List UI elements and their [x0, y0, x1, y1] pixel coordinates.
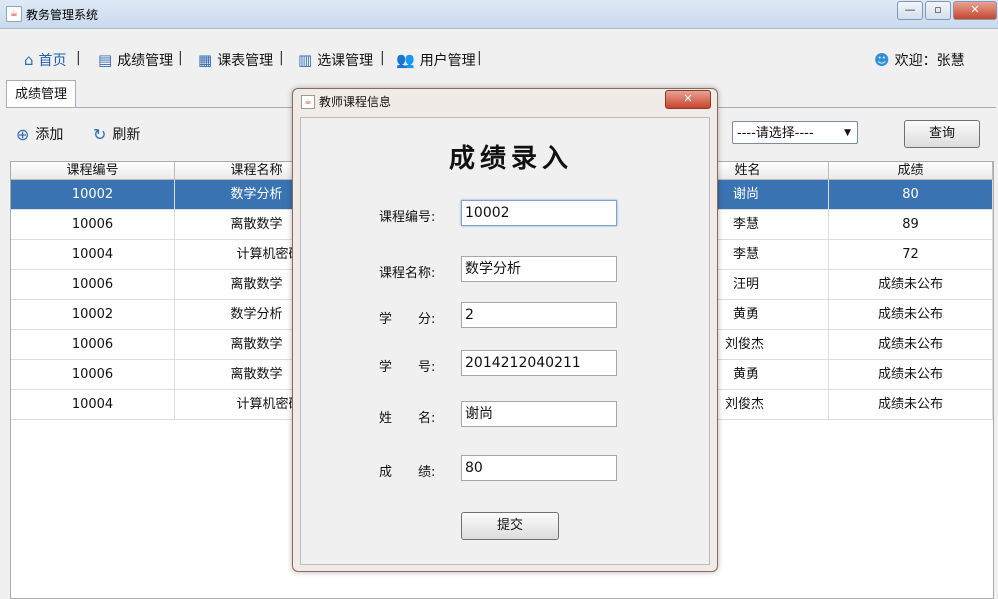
column-header[interactable]: 成绩: [829, 162, 993, 180]
course-id-field[interactable]: 10002: [461, 200, 617, 226]
filter-select[interactable]: ----请选择---- ▼: [732, 121, 858, 144]
menu-course-selection[interactable]: ▥ 选课管理: [298, 50, 373, 70]
cell-grade: 72: [829, 240, 993, 269]
menu-schedule[interactable]: ▦ 课表管理: [198, 50, 273, 70]
student-name-field[interactable]: 谢尚: [461, 401, 617, 427]
course-id-label: 课程编号:: [379, 210, 436, 225]
submit-button[interactable]: 提交: [461, 512, 559, 540]
cell-course-id: 10006: [11, 330, 175, 359]
dialog-heading: 成绩录入: [449, 144, 574, 174]
refresh-icon: ↻: [93, 124, 107, 144]
dialog-title-bar: ☕ 教师课程信息 ✕: [293, 89, 717, 113]
credit-label: 学 分:: [379, 312, 436, 327]
close-button[interactable]: ✕: [953, 1, 997, 20]
maximize-button[interactable]: ▫: [925, 1, 951, 20]
add-button[interactable]: ⊕ 添加: [16, 124, 63, 144]
teacher-course-dialog: ☕ 教师课程信息 ✕ 成绩录入 课程编号: 10002 课程名称: 数学分析 学…: [292, 88, 718, 572]
menu-home-label: 首页: [38, 53, 67, 69]
java-app-icon: ☕: [6, 6, 22, 22]
minimize-button[interactable]: —: [897, 1, 923, 20]
cell-grade: 成绩未公布: [829, 330, 993, 359]
cell-grade: 成绩未公布: [829, 360, 993, 389]
window-title: 教务管理系统: [26, 8, 99, 22]
add-label: 添加: [35, 127, 64, 143]
menu-separator: |: [380, 50, 385, 66]
menu-grades-label: 成绩管理: [117, 53, 174, 69]
cell-course-id: 10006: [11, 270, 175, 299]
filter-select-value: ----请选择----: [737, 126, 814, 141]
title-bar: ☕ 教务管理系统 — ▫ ✕: [0, 0, 998, 29]
menu-separator: |: [477, 50, 482, 66]
menu-users[interactable]: 👥 用户管理: [396, 50, 476, 70]
java-app-icon: ☕: [301, 95, 315, 109]
cell-grade: 80: [829, 180, 993, 209]
welcome-user: ☻ 欢迎：张慧: [874, 50, 965, 70]
credit-field[interactable]: 2: [461, 302, 617, 328]
cell-course-id: 10006: [11, 210, 175, 239]
menu-grades[interactable]: ▤ 成绩管理: [98, 50, 173, 70]
add-circle-icon: ⊕: [16, 124, 30, 144]
cell-grade: 89: [829, 210, 993, 239]
tab-grade-management[interactable]: 成绩管理: [6, 80, 76, 108]
chevron-down-icon: ▼: [844, 128, 851, 138]
menu-separator: |: [178, 50, 183, 66]
menu-users-label: 用户管理: [419, 53, 476, 69]
student-id-label: 学 号:: [379, 360, 436, 375]
document-icon: ▤: [98, 51, 113, 69]
welcome-label: 欢迎：张慧: [894, 53, 965, 69]
cell-course-id: 10006: [11, 360, 175, 389]
books-icon: ▥: [298, 51, 313, 69]
student-id-field[interactable]: 2014212040211: [461, 350, 617, 376]
course-name-field[interactable]: 数学分析: [461, 256, 617, 282]
student-name-label: 姓 名:: [379, 411, 436, 426]
home-icon: ⌂: [24, 51, 34, 69]
cell-grade: 成绩未公布: [829, 390, 993, 419]
refresh-button[interactable]: ↻ 刷新: [93, 124, 140, 144]
menu-schedule-label: 课表管理: [217, 53, 274, 69]
column-header[interactable]: 课程编号: [11, 162, 175, 180]
menu-course-selection-label: 选课管理: [317, 53, 374, 69]
menu-separator: |: [76, 50, 81, 66]
cell-grade: 成绩未公布: [829, 270, 993, 299]
cell-course-id: 10002: [11, 300, 175, 329]
dialog-close-button[interactable]: ✕: [665, 90, 711, 109]
dialog-panel: 成绩录入 课程编号: 10002 课程名称: 数学分析 学 分: 2 学 号: …: [300, 117, 710, 565]
user-avatar-icon: ☻: [874, 51, 890, 69]
refresh-label: 刷新: [112, 127, 141, 143]
cell-course-id: 10004: [11, 240, 175, 269]
menu-separator: |: [279, 50, 284, 66]
users-icon: 👥: [396, 51, 415, 69]
query-button[interactable]: 查询: [904, 120, 980, 148]
menu-home[interactable]: ⌂ 首页: [24, 50, 67, 70]
calendar-icon: ▦: [198, 51, 213, 69]
cell-course-id: 10002: [11, 180, 175, 209]
dialog-title: 教师课程信息: [319, 95, 392, 109]
cell-course-id: 10004: [11, 390, 175, 419]
cell-grade: 成绩未公布: [829, 300, 993, 329]
grade-label: 成 绩:: [379, 465, 436, 480]
grade-field[interactable]: 80: [461, 455, 617, 481]
course-name-label: 课程名称:: [379, 266, 436, 281]
